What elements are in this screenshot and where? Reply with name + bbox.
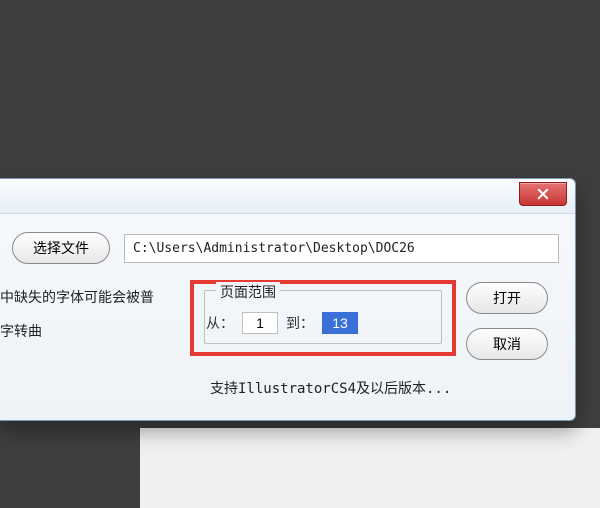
titlebar (0, 179, 575, 214)
file-open-dialog: 选择文件 C:\Users\Administrator\Desktop\DOC2… (0, 178, 576, 421)
file-path-field[interactable]: C:\Users\Administrator\Desktop\DOC26 (124, 234, 559, 263)
page-range-legend: 页面范围 (216, 282, 280, 302)
to-label: 到： (286, 313, 314, 333)
support-text: 支持IllustratorCS4及以后版本... (0, 378, 559, 398)
cancel-button[interactable]: 取消 (466, 328, 548, 360)
select-file-button[interactable]: 选择文件 (12, 232, 110, 264)
close-icon (537, 188, 549, 200)
close-button[interactable] (519, 182, 567, 206)
from-label: 从： (206, 313, 234, 333)
font-warning-line1: 中缺失的字体可能会被普 (0, 284, 180, 310)
font-warning-line2: 字转曲 (0, 318, 180, 344)
file-row: 选择文件 C:\Users\Administrator\Desktop\DOC2… (0, 232, 559, 264)
page-range-fields: 从： 到： (206, 312, 440, 334)
open-button[interactable]: 打开 (466, 282, 548, 314)
dialog-action-buttons: 打开 取消 (466, 278, 548, 360)
options-row: 中缺失的字体可能会被普 字转曲 页面范围 从： 到： 打开 取消 (0, 278, 559, 360)
page-range-group: 页面范围 从： 到： (190, 280, 456, 356)
app-backdrop-light (140, 428, 600, 508)
font-warning-text: 中缺失的字体可能会被普 字转曲 (0, 278, 180, 344)
page-to-input[interactable] (322, 312, 358, 334)
dialog-content: 选择文件 C:\Users\Administrator\Desktop\DOC2… (0, 214, 575, 420)
page-from-input[interactable] (242, 312, 278, 334)
